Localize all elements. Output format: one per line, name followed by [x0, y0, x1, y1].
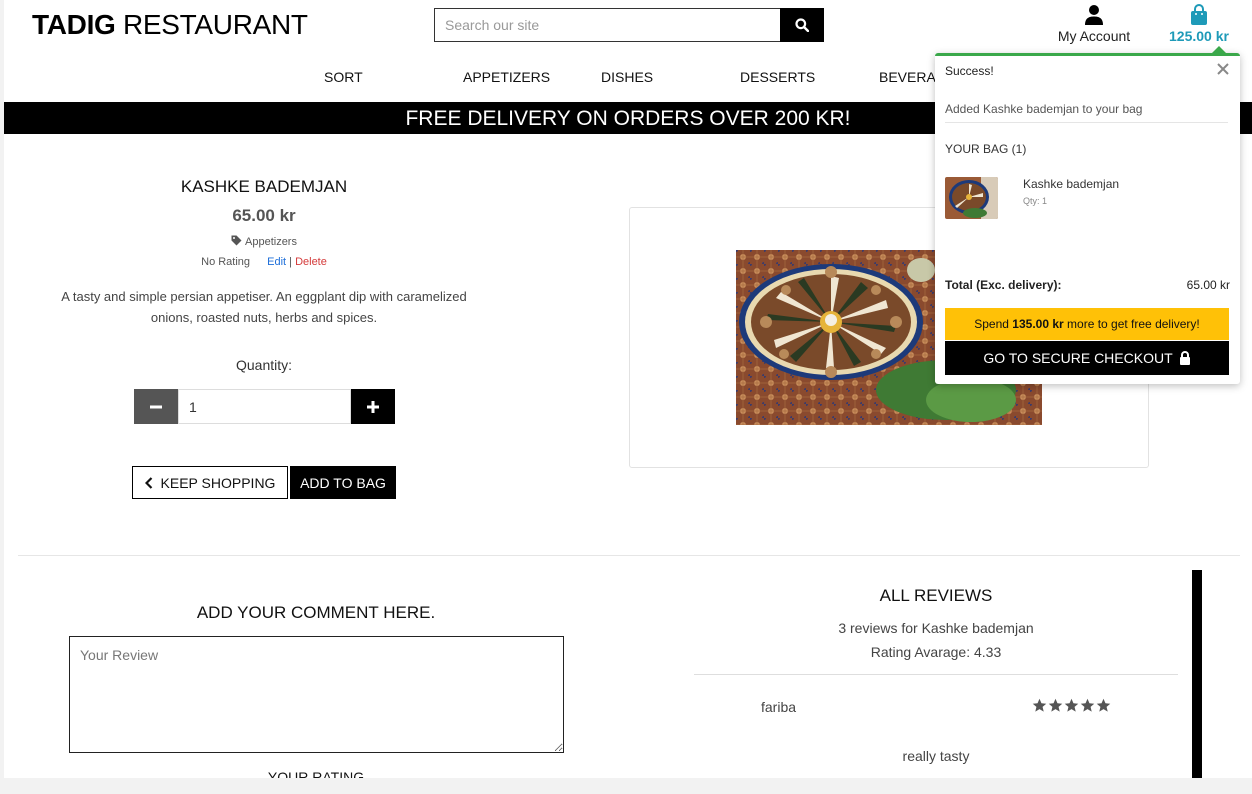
keep-shopping-button[interactable]: Keep Shopping — [132, 466, 288, 499]
bag-total: 125.00 kr — [1169, 28, 1229, 44]
chevron-left-icon — [144, 476, 152, 489]
bag-total-value: 65.00 kr — [1186, 278, 1230, 292]
toast-divider — [945, 122, 1228, 123]
bag-total-label: Total (Exc. delivery): — [945, 278, 1062, 292]
search-form — [434, 8, 824, 42]
add-to-bag-button[interactable]: Add to bag — [290, 466, 396, 499]
quantity-label: Quantity: — [235, 357, 293, 373]
promo-amount: 135.00 kr — [1012, 317, 1064, 331]
toast-message: Added Kashke bademjan to your bag — [945, 102, 1143, 116]
reviews-scrollbar[interactable] — [1192, 570, 1202, 778]
plus-icon — [367, 400, 379, 413]
delete-link[interactable]: Delete — [295, 256, 327, 268]
nav-item-sort[interactable]: Sort — [324, 69, 363, 85]
search-button[interactable] — [780, 8, 824, 42]
reviews-count: 3 reviews for Kashke bademjan — [838, 620, 1034, 636]
product-description: A tasty and simple persian appetiser. An… — [61, 289, 467, 325]
quantity-stepper — [134, 389, 395, 424]
user-icon — [1085, 5, 1103, 25]
minus-icon — [150, 405, 162, 408]
product-meta: No Rating Edit | Delete — [64, 256, 464, 268]
bag-item-thumbnail — [945, 177, 998, 219]
bag-item-qty: Qty: 1 — [1023, 196, 1048, 206]
bag-item-name: Kashke bademjan — [1023, 177, 1120, 191]
edit-link[interactable]: Edit — [267, 256, 286, 268]
success-toast: Success! Added Kashke bademjan to your b… — [935, 46, 1240, 384]
star-icon — [1080, 698, 1095, 712]
review-stars — [1032, 698, 1111, 713]
close-icon — [1217, 63, 1229, 75]
category-label: Appetizers — [245, 236, 297, 248]
promo-prefix: Spend — [974, 317, 1013, 331]
toast-heading: Success! — [945, 64, 994, 78]
shopping-bag-icon — [1191, 4, 1207, 25]
account-label: My Account — [1057, 28, 1131, 44]
promo-suffix: more to get free delivery! — [1063, 317, 1200, 331]
decrement-button[interactable] — [134, 389, 178, 424]
my-account-link[interactable]: My Account — [1050, 4, 1138, 44]
search-icon — [795, 18, 809, 32]
search-input[interactable] — [434, 8, 780, 42]
quantity-input[interactable] — [178, 389, 351, 424]
toast-bag-heading: Your Bag (1) — [945, 142, 1027, 156]
star-icon — [1096, 698, 1111, 712]
star-icon — [1048, 698, 1063, 712]
toast-close-button[interactable] — [1216, 62, 1230, 76]
comment-title: Add your comment here. — [196, 603, 436, 622]
secure-checkout-button[interactable]: Go to secure checkout — [945, 341, 1229, 375]
reviews-title: All Reviews — [879, 586, 993, 605]
brand-bold: TADIG — [32, 9, 116, 40]
meta-separator: | — [289, 256, 292, 268]
nav-item-dishes[interactable]: Dishes — [601, 69, 653, 85]
brand-logo[interactable]: TADIG RESTAURANT — [32, 9, 308, 41]
nav-item-desserts[interactable]: Desserts — [740, 69, 815, 85]
keep-shopping-label: Keep Shopping — [160, 474, 276, 491]
tag-icon — [231, 235, 242, 246]
lock-icon — [1179, 351, 1190, 365]
review-text: really tasty — [902, 748, 970, 764]
reviews-average: Rating Avarage: 4.33 — [870, 644, 1002, 660]
checkout-label: Go to secure checkout — [983, 350, 1173, 366]
product-category[interactable]: Appetizers — [64, 235, 464, 248]
shopping-bag-link[interactable]: 125.00 kr — [1162, 4, 1236, 44]
toast-arrow — [1212, 46, 1226, 53]
rating-text: No Rating — [201, 256, 251, 268]
review-author: fariba — [761, 699, 797, 715]
nav-item-appetizers[interactable]: Appetizers — [463, 69, 550, 85]
product-name: Kashke bademjan — [180, 177, 348, 196]
brand-rest: RESTAURANT — [115, 9, 308, 40]
review-textarea[interactable] — [69, 636, 564, 753]
star-icon — [1064, 698, 1079, 712]
increment-button[interactable] — [351, 389, 395, 424]
reviews-divider — [694, 674, 1178, 675]
star-icon — [1032, 698, 1047, 712]
rating-title: Your Rating — [267, 769, 365, 778]
product-price: 65.00 kr — [232, 206, 296, 225]
section-divider — [18, 555, 1240, 556]
free-delivery-promo: Spend 135.00 kr more to get free deliver… — [945, 308, 1229, 340]
